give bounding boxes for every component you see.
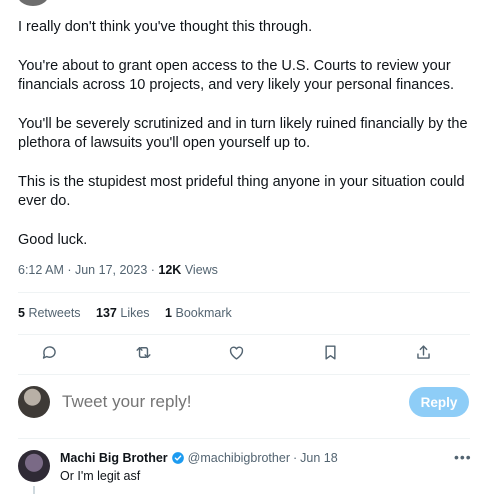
reply-input[interactable] — [60, 391, 364, 413]
tweet-meta: 6:12 AM · Jun 17, 2023 · 12K Views — [18, 263, 218, 277]
views-count: 12K — [158, 263, 182, 277]
reply-text: Or I'm legit asf — [60, 469, 141, 483]
thread-line — [33, 486, 35, 494]
tweet-paragraph: You're about to grant open access to the… — [18, 57, 455, 94]
reply-button[interactable]: Reply — [409, 387, 469, 417]
tweet-paragraph: You'll be severely scrutinized and in tu… — [18, 115, 468, 152]
tweet-paragraph: This is the stupidest most prideful thin… — [18, 173, 465, 210]
reply-author-name[interactable]: Machi Big Brother — [60, 451, 168, 465]
divider — [18, 374, 470, 375]
reply-date[interactable]: Jun 18 — [300, 451, 338, 465]
reply-header: Machi Big Brother @machibigbrother · Jun… — [60, 451, 338, 465]
retweets-stat[interactable]: 5 Retweets — [18, 306, 81, 320]
reply-author-handle[interactable]: @machibigbrother — [188, 451, 290, 465]
separator-dot: · — [292, 451, 298, 465]
current-user-avatar[interactable] — [18, 386, 50, 418]
reply-icon[interactable] — [40, 343, 60, 363]
bookmarks-stat[interactable]: 1 Bookmark — [165, 306, 232, 320]
verified-badge-icon — [171, 452, 184, 464]
author-avatar[interactable] — [17, 0, 49, 6]
reply-author-avatar[interactable] — [18, 450, 50, 482]
bookmark-icon[interactable] — [321, 343, 341, 363]
tweet-date[interactable]: Jun 17, 2023 — [75, 263, 147, 277]
tweet-paragraph: I really don't think you've thought this… — [18, 19, 313, 35]
action-bar — [40, 343, 434, 363]
divider — [18, 292, 470, 293]
likes-stat[interactable]: 137 Likes — [96, 306, 150, 320]
views-label: Views — [184, 263, 218, 277]
tweet-paragraph: Good luck. — [18, 231, 88, 248]
more-icon[interactable]: ••• — [454, 449, 472, 465]
retweet-icon[interactable] — [134, 343, 154, 363]
tweet-text: I really don't think you've thought this… — [18, 18, 470, 269]
share-icon[interactable] — [414, 343, 434, 363]
divider — [18, 438, 470, 439]
like-icon[interactable] — [227, 343, 247, 363]
tweet-stats: 5 Retweets 137 Likes 1 Bookmark — [18, 306, 244, 320]
divider — [18, 334, 470, 335]
tweet-time[interactable]: 6:12 AM — [18, 263, 64, 277]
